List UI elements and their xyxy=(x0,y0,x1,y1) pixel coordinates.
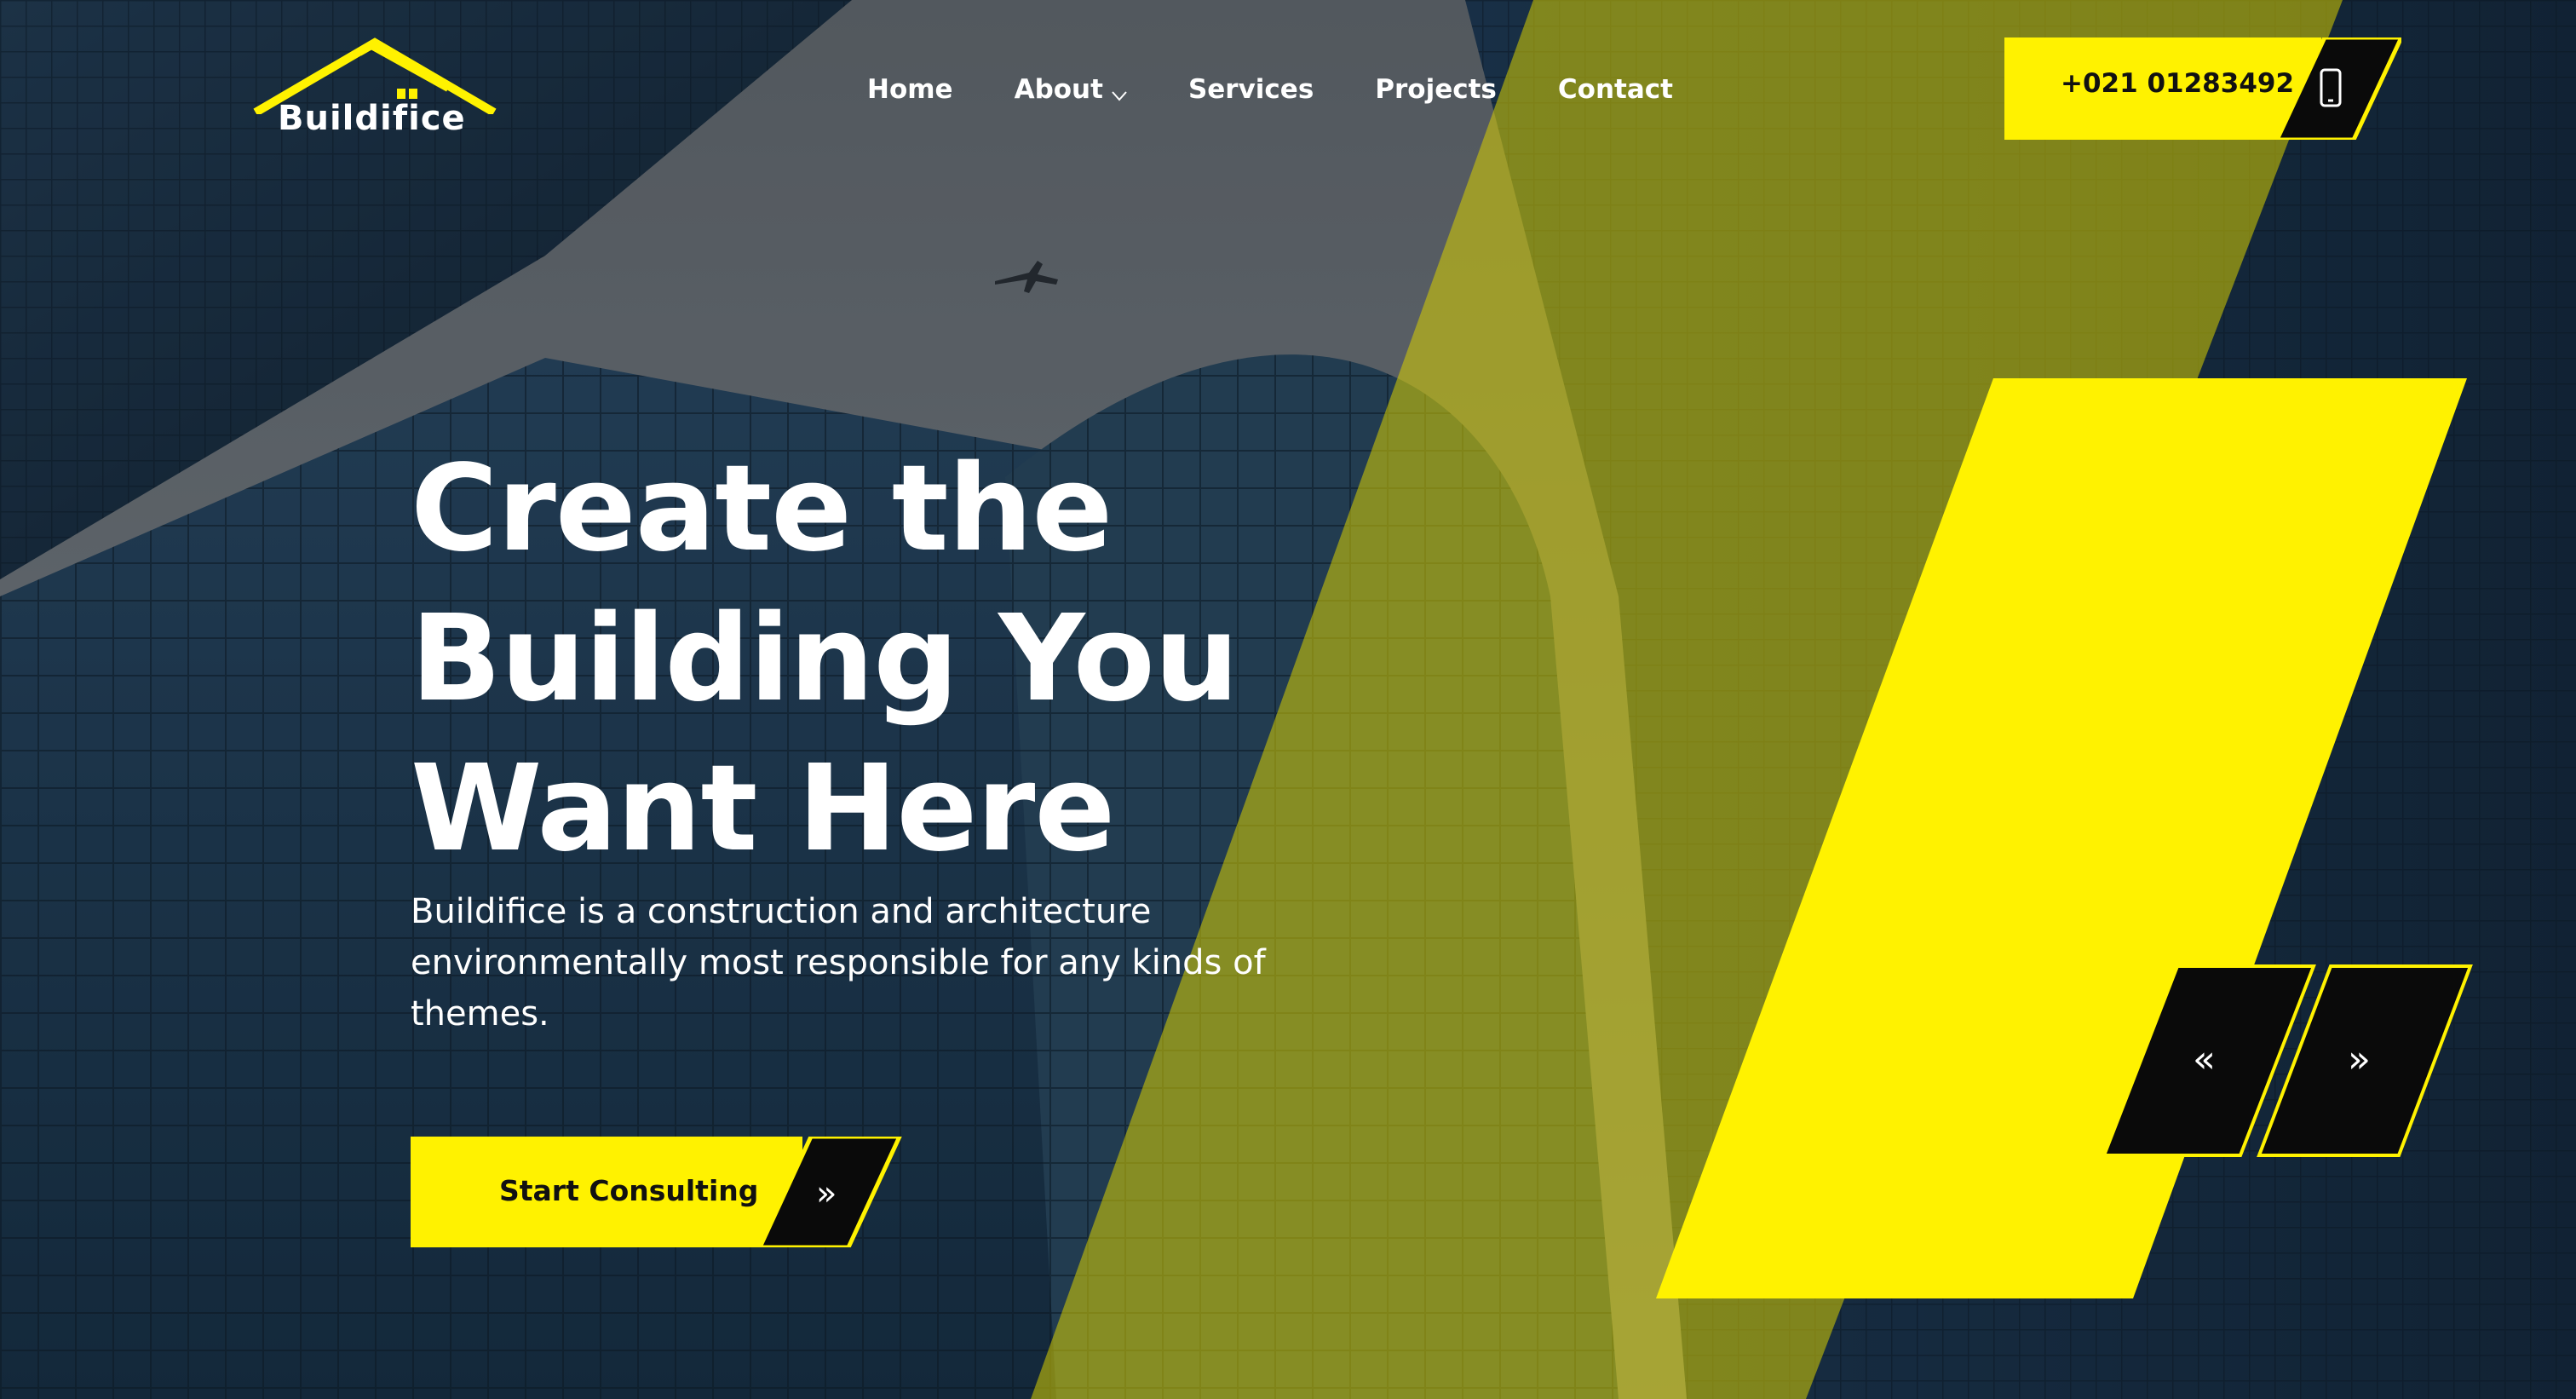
main-nav: Home About Services Projects Contact xyxy=(867,68,1673,111)
double-chevron-right-icon: » xyxy=(816,1174,837,1213)
nav-item-projects[interactable]: Projects xyxy=(1375,74,1497,105)
nav-item-about[interactable]: About xyxy=(1015,74,1127,105)
double-chevron-left-icon: « xyxy=(2193,1038,2216,1081)
phone-button[interactable]: +021 01283492 xyxy=(2004,37,2401,140)
headline-line: Want Here xyxy=(411,740,1115,878)
nav-item-label: Services xyxy=(1187,74,1314,105)
hero-section: Buildifice Home About Services Projects … xyxy=(0,0,2576,1399)
chevron-down-icon xyxy=(1112,91,1127,101)
mobile-phone-icon xyxy=(2320,68,2342,107)
brand-name: Buildifice xyxy=(278,99,466,138)
hero-description: Buildifice is a construction and archite… xyxy=(411,892,1266,1033)
nav-item-label: Contact xyxy=(1557,74,1673,105)
phone-number: +021 01283492 xyxy=(2061,68,2295,99)
headline-line: Building You xyxy=(411,590,1239,728)
nav-item-label: About xyxy=(1014,74,1103,105)
nav-item-label: Projects xyxy=(1375,74,1497,105)
nav-item-label: Home xyxy=(867,74,953,105)
nav-item-home[interactable]: Home xyxy=(867,74,953,105)
nav-item-services[interactable]: Services xyxy=(1188,74,1314,105)
headline-line: Create the xyxy=(411,440,1113,579)
cta-label: Start Consulting xyxy=(499,1174,759,1207)
nav-item-contact[interactable]: Contact xyxy=(1558,74,1673,105)
brand-logo[interactable]: Buildifice xyxy=(252,37,499,148)
hero-headline: Create the Building You Want Here xyxy=(411,435,1433,884)
double-chevron-right-icon: » xyxy=(2348,1038,2371,1081)
